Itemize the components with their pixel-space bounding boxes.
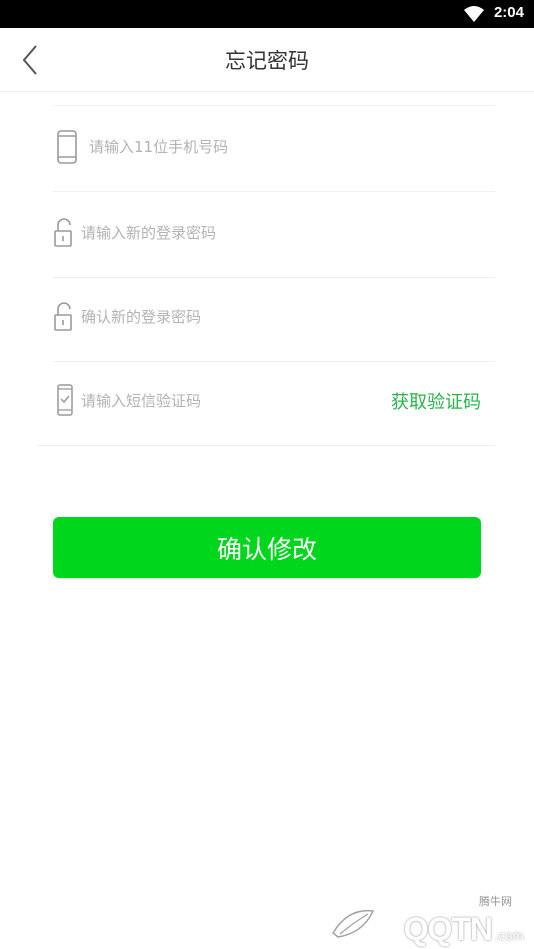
watermark-suffix: .com <box>494 929 524 943</box>
wifi-icon <box>464 6 484 22</box>
status-bar: 2:04 <box>0 0 534 28</box>
status-time: 2:04 <box>493 4 524 21</box>
title-bar: 忘记密码 <box>0 28 534 92</box>
lock-icon <box>54 218 72 247</box>
sms-code-field-row: 获取验证码 <box>38 360 495 446</box>
phone-check-icon <box>57 384 73 416</box>
watermark-brand: QQTN <box>403 911 493 947</box>
page-title: 忘记密码 <box>225 49 309 73</box>
lock-icon <box>54 302 72 331</box>
new-password-input[interactable] <box>81 220 341 246</box>
new-password-field-row <box>53 192 495 278</box>
leaf-logo-icon <box>332 909 375 938</box>
sms-code-input[interactable] <box>81 388 331 414</box>
watermark: 腾牛网 QQTN .com <box>326 893 526 947</box>
phone-icon <box>57 130 77 164</box>
confirm-password-input[interactable] <box>81 304 341 330</box>
phone-input[interactable] <box>89 134 349 160</box>
phone-field-row <box>53 106 495 192</box>
confirm-password-field-row <box>53 276 495 362</box>
get-code-button[interactable]: 获取验证码 <box>391 388 481 414</box>
confirm-change-button[interactable]: 确认修改 <box>53 517 481 578</box>
watermark-tag: 腾牛网 <box>477 893 514 909</box>
